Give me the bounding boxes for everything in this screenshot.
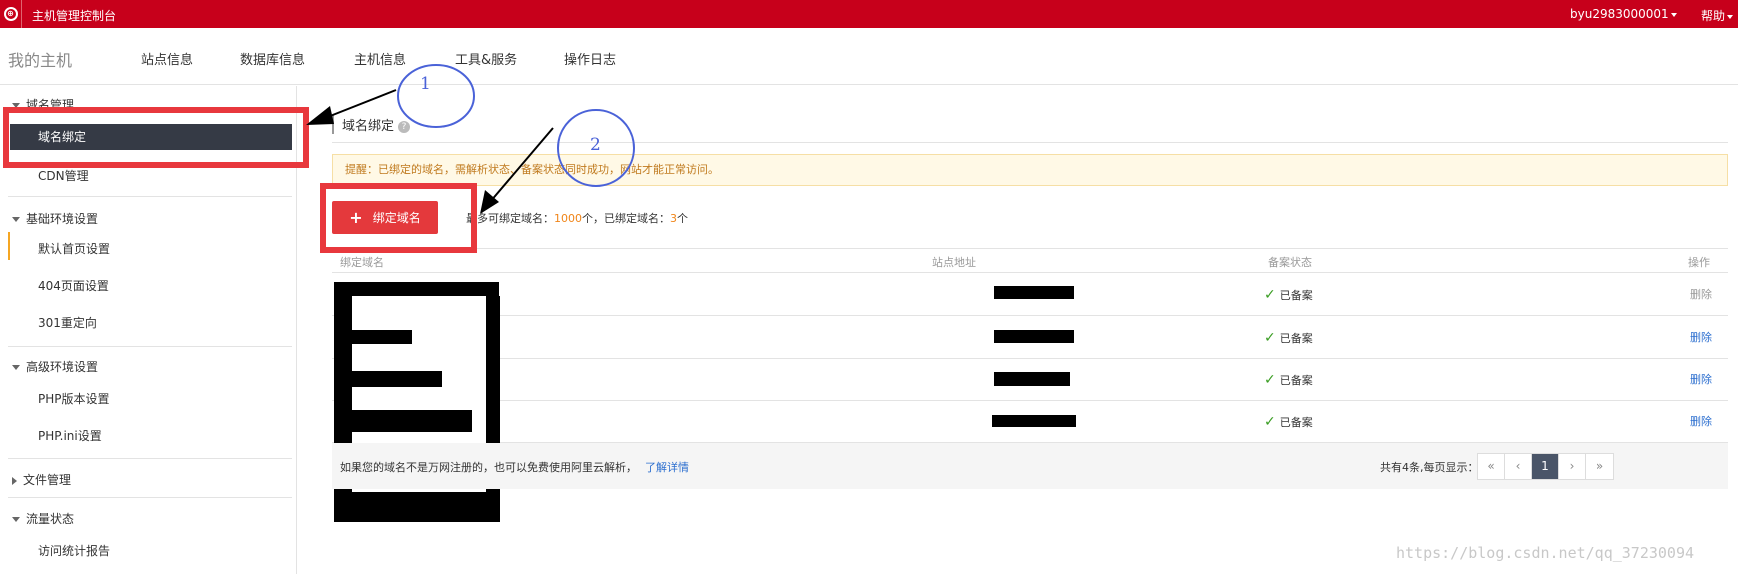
sidebar-item-visit-report[interactable]: 访问统计报告 [38, 542, 110, 559]
redacted-site-address [994, 286, 1074, 299]
help-menu[interactable]: 帮助 [1701, 7, 1734, 24]
caret-right-icon [12, 476, 17, 485]
brand-title: 我的主机 [8, 51, 73, 70]
section-title: 域名绑定? [332, 115, 411, 134]
delete-link[interactable]: 删除 [1690, 317, 1712, 359]
logo-icon[interactable]: ⊕ [0, 0, 22, 28]
check-icon: ✓ [1264, 372, 1276, 388]
record-status: ✓ 已备案 [1264, 330, 1313, 346]
sidebar-item-php-ini[interactable]: PHP.ini设置 [38, 427, 102, 444]
plus-icon: + [349, 208, 363, 227]
delete-link[interactable]: 删除 [1690, 401, 1712, 443]
quota-text: 最多可绑定域名：1000个，已绑定域名：3个 [466, 212, 688, 225]
col-action: 操作 [1688, 256, 1710, 269]
tab-host-info[interactable]: 主机信息 [354, 49, 406, 68]
col-site: 站点地址 [932, 256, 976, 269]
bind-domain-button[interactable]: + 绑定域名 [332, 201, 438, 234]
record-status: ✓ 已备案 [1264, 287, 1313, 303]
chevron-down-icon [1727, 14, 1734, 19]
redacted-domain-line [352, 330, 412, 344]
tab-database-info[interactable]: 数据库信息 [240, 49, 305, 68]
tab-site-info[interactable]: 站点信息 [141, 49, 193, 68]
caret-down-icon [12, 517, 20, 522]
col-status: 备案状态 [1268, 256, 1312, 269]
record-status: ✓ 已备案 [1264, 372, 1313, 388]
footer-hint: 如果您的域名不是万网注册的，也可以免费使用阿里云解析， 了解详情 [340, 461, 689, 474]
caret-down-icon [12, 217, 20, 222]
page-1-button[interactable]: 1 [1532, 454, 1559, 479]
last-page-button[interactable]: » [1586, 454, 1613, 479]
watermark: https://blog.csdn.net/qq_37230094 [1396, 544, 1695, 562]
pagination: « ‹ 1 › » [1477, 453, 1614, 480]
check-icon: ✓ [1264, 330, 1276, 346]
redacted-domain-line [352, 410, 472, 432]
caret-down-icon [12, 365, 20, 370]
check-icon: ✓ [1264, 414, 1276, 430]
sidebar-item-301-redirect[interactable]: 301重定向 [38, 314, 97, 331]
sidebar-group-basic-env[interactable]: 基础环境设置 [12, 210, 98, 227]
top-bar: ⊕ 主机管理控制台 byu2983000001 帮助 [0, 0, 1738, 28]
sidebar-group-advanced-env[interactable]: 高级环境设置 [12, 358, 98, 375]
col-domain: 绑定域名 [340, 256, 384, 269]
redacted-domain-line [352, 371, 442, 387]
quota-bound: 3 [670, 212, 677, 225]
notice-banner: 提醒：已绑定的域名，需解析状态、备案状态同时成功，网站才能正常访问。 [332, 154, 1728, 186]
learn-more-link[interactable]: 了解详情 [645, 461, 689, 474]
table-header: 绑定域名 站点地址 备案状态 操作 [332, 248, 1728, 273]
check-icon: ✓ [1264, 287, 1276, 303]
main-nav: 我的主机 站点信息 数据库信息 主机信息 工具&服务 操作日志 [0, 28, 1738, 85]
prev-page-button[interactable]: ‹ [1505, 454, 1532, 479]
sidebar-item-domain-binding[interactable]: 域名绑定 [10, 124, 292, 150]
tab-tools-services[interactable]: 工具&服务 [455, 49, 517, 68]
redacted-site-address [994, 330, 1074, 343]
active-indicator [8, 232, 10, 260]
quota-max: 1000 [554, 212, 582, 225]
sidebar-item-php-version[interactable]: PHP版本设置 [38, 390, 110, 407]
sidebar: 域名管理 域名绑定 CDN管理 基础环境设置 默认首页设置 404页面设置 30… [0, 86, 297, 574]
sidebar-group-file[interactable]: 文件管理 [12, 471, 71, 488]
main-content: 域名绑定? 提醒：已绑定的域名，需解析状态、备案状态同时成功，网站才能正常访问。… [298, 86, 1738, 574]
table-footer: 如果您的域名不是万网注册的，也可以免费使用阿里云解析， 了解详情 共有4条,每页显… [332, 443, 1728, 489]
first-page-button[interactable]: « [1478, 454, 1505, 479]
app-title: 主机管理控制台 [32, 9, 117, 23]
sidebar-item-cdn[interactable]: CDN管理 [38, 167, 89, 184]
sidebar-group-domain[interactable]: 域名管理 [12, 96, 74, 113]
sidebar-item-404-page[interactable]: 404页面设置 [38, 277, 109, 294]
record-status: ✓ 已备案 [1264, 414, 1313, 430]
user-menu[interactable]: byu2983000001 [1570, 7, 1677, 21]
delete-link[interactable]: 删除 [1690, 274, 1712, 316]
chevron-down-icon [1670, 12, 1677, 17]
sidebar-group-traffic[interactable]: 流量状态 [12, 510, 74, 527]
redacted-site-address [992, 415, 1076, 427]
next-page-button[interactable]: › [1559, 454, 1586, 479]
redacted-site-address [994, 372, 1070, 386]
delete-link[interactable]: 删除 [1690, 359, 1712, 401]
tab-operation-log[interactable]: 操作日志 [564, 49, 616, 68]
caret-down-icon [12, 103, 20, 108]
sidebar-item-default-page[interactable]: 默认首页设置 [38, 240, 110, 257]
help-label: 帮助 [1701, 9, 1726, 23]
user-name: byu2983000001 [1570, 7, 1669, 21]
help-icon[interactable]: ? [398, 120, 411, 133]
